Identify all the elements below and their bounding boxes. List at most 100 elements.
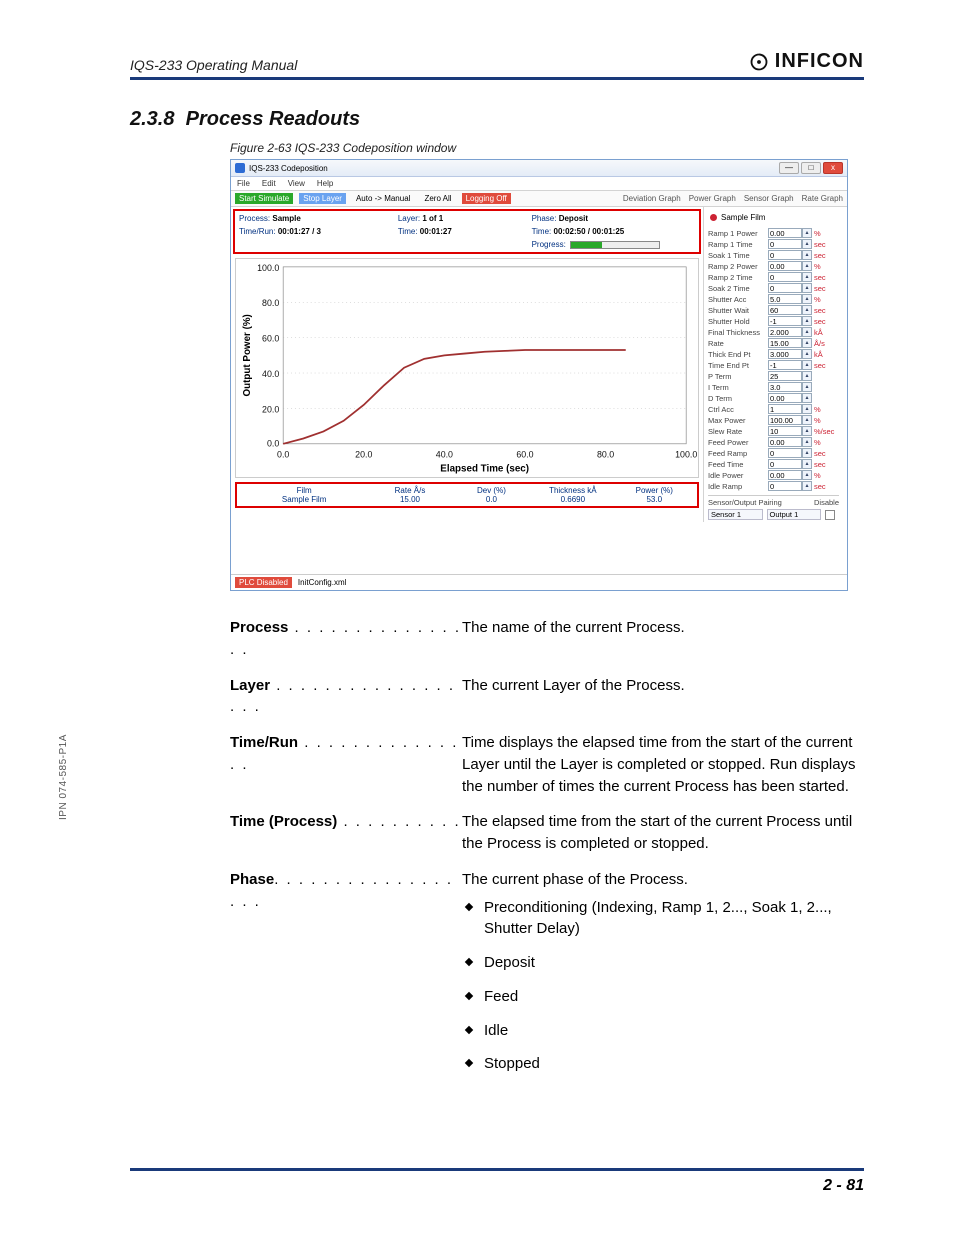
xtick-60: 60.0: [516, 450, 533, 460]
window-maximize-button[interactable]: □: [801, 162, 821, 174]
film-value-dev: 0.0: [451, 495, 532, 504]
label-process: Process:: [239, 214, 270, 223]
zero-all-button[interactable]: Zero All: [420, 193, 455, 204]
param-label: Time End Pt: [708, 361, 768, 370]
param-label: D Term: [708, 394, 768, 403]
value-layer: 1 of 1: [422, 214, 443, 223]
param-input[interactable]: [768, 426, 802, 436]
param-input[interactable]: [768, 338, 802, 348]
param-input[interactable]: [768, 327, 802, 337]
param-input[interactable]: [768, 470, 802, 480]
definition-term: Process: [230, 619, 288, 636]
spinner-icon[interactable]: ▴: [802, 250, 812, 260]
stop-layer-button[interactable]: Stop Layer: [299, 193, 346, 204]
spinner-icon[interactable]: ▴: [802, 393, 812, 403]
page-number: 2 - 81: [823, 1177, 864, 1194]
spinner-icon[interactable]: ▴: [802, 239, 812, 249]
definition-row: Time/Run . . . . . . . . . . . . . . . T…: [230, 732, 864, 797]
param-input[interactable]: [768, 393, 802, 403]
param-input[interactable]: [768, 305, 802, 315]
legend-swatch-icon: [710, 214, 717, 221]
spinner-icon[interactable]: ▴: [802, 228, 812, 238]
window-close-button[interactable]: x: [823, 162, 843, 174]
param-unit: sec: [814, 460, 832, 469]
definition-bullet: Stopped: [462, 1053, 864, 1075]
param-input[interactable]: [768, 316, 802, 326]
spinner-icon[interactable]: ▴: [802, 404, 812, 414]
spinner-icon[interactable]: ▴: [802, 338, 812, 348]
spinner-icon[interactable]: ▴: [802, 261, 812, 271]
param-input[interactable]: [768, 250, 802, 260]
param-input[interactable]: [768, 382, 802, 392]
film-header-power: Power (%): [614, 486, 695, 495]
param-label: Soak 1 Time: [708, 251, 768, 260]
spinner-icon[interactable]: ▴: [802, 448, 812, 458]
spinner-icon[interactable]: ▴: [802, 437, 812, 447]
spinner-icon[interactable]: ▴: [802, 415, 812, 425]
definition-term: Time/Run: [230, 734, 298, 751]
definition-term: Phase: [230, 871, 274, 888]
spinner-icon[interactable]: ▴: [802, 382, 812, 392]
menu-view[interactable]: View: [288, 179, 305, 188]
param-input[interactable]: [768, 481, 802, 491]
ytick-40: 40.0: [262, 369, 279, 379]
param-input[interactable]: [768, 261, 802, 271]
pairing-header: Sensor/Output Pairing: [708, 498, 782, 507]
film-readout-panel: Film Rate Å/s Dev (%) Thickness kÅ Power…: [235, 482, 699, 508]
chart-legend: Sample Film: [708, 209, 839, 228]
menu-help[interactable]: Help: [317, 179, 333, 188]
start-simulate-button[interactable]: Start Simulate: [235, 193, 293, 204]
spinner-icon[interactable]: ▴: [802, 272, 812, 282]
xtick-0: 0.0: [277, 450, 289, 460]
param-input[interactable]: [768, 459, 802, 469]
param-input[interactable]: [768, 404, 802, 414]
spinner-icon[interactable]: ▴: [802, 294, 812, 304]
film-value-rate: 15.00: [369, 495, 450, 504]
tab-deviation-graph[interactable]: Deviation Graph: [623, 194, 681, 203]
spinner-icon[interactable]: ▴: [802, 327, 812, 337]
tab-rate-graph[interactable]: Rate Graph: [802, 194, 843, 203]
window-minimize-button[interactable]: —: [779, 162, 799, 174]
tab-sensor-graph[interactable]: Sensor Graph: [744, 194, 794, 203]
param-unit: %: [814, 229, 832, 238]
logging-toggle-button[interactable]: Logging Off: [462, 193, 511, 204]
param-input[interactable]: [768, 272, 802, 282]
param-input[interactable]: [768, 239, 802, 249]
menu-file[interactable]: File: [237, 179, 250, 188]
param-input[interactable]: [768, 283, 802, 293]
label-phase-time: Time:: [532, 227, 552, 236]
param-label: I Term: [708, 383, 768, 392]
param-input[interactable]: [768, 360, 802, 370]
param-input[interactable]: [768, 349, 802, 359]
pairing-output-cell[interactable]: Output 1: [767, 509, 822, 520]
pairing-sensor-cell[interactable]: Sensor 1: [708, 509, 763, 520]
pairing-disable-checkbox[interactable]: [825, 510, 835, 520]
spinner-icon[interactable]: ▴: [802, 316, 812, 326]
section-number: 2.3.8: [130, 108, 174, 130]
spinner-icon[interactable]: ▴: [802, 470, 812, 480]
param-input[interactable]: [768, 294, 802, 304]
auto-manual-button[interactable]: Auto -> Manual: [352, 193, 414, 204]
param-input[interactable]: [768, 415, 802, 425]
param-label: Max Power: [708, 416, 768, 425]
param-input[interactable]: [768, 371, 802, 381]
menu-edit[interactable]: Edit: [262, 179, 276, 188]
power-chart: 100.0 80.0 60.0 40.0 20.0 0.0 0.0 20.0 4…: [235, 258, 699, 478]
spinner-icon[interactable]: ▴: [802, 481, 812, 491]
param-input[interactable]: [768, 448, 802, 458]
spinner-icon[interactable]: ▴: [802, 426, 812, 436]
spinner-icon[interactable]: ▴: [802, 360, 812, 370]
spinner-icon[interactable]: ▴: [802, 371, 812, 381]
xtick-40: 40.0: [436, 450, 453, 460]
spinner-icon[interactable]: ▴: [802, 283, 812, 293]
spinner-icon[interactable]: ▴: [802, 305, 812, 315]
param-input[interactable]: [768, 437, 802, 447]
param-label: Idle Power: [708, 471, 768, 480]
param-label: Final Thickness: [708, 328, 768, 337]
param-input[interactable]: [768, 228, 802, 238]
brand-icon: [749, 52, 769, 72]
spinner-icon[interactable]: ▴: [802, 459, 812, 469]
tab-power-graph[interactable]: Power Graph: [689, 194, 736, 203]
spinner-icon[interactable]: ▴: [802, 349, 812, 359]
definition-bullet: Feed: [462, 986, 864, 1008]
